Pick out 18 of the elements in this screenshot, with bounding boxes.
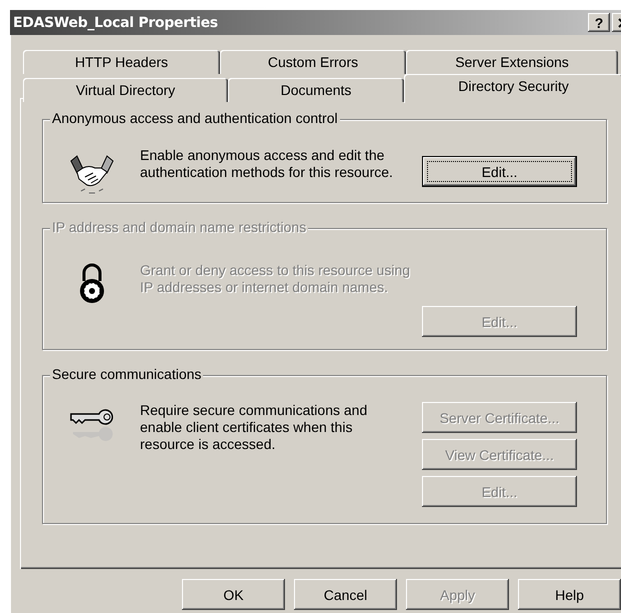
group-description: Require secure communications and enable client certificates when this resource is accessed.: [140, 402, 368, 454]
dialog-button[interactable]: Cancel: [294, 579, 397, 610]
tab[interactable]: Server Extensions: [406, 50, 618, 74]
group-description: Grant or deny access to this resource using IP addresses or internet domain names.: [140, 262, 412, 297]
group-title: Secure communications: [50, 366, 204, 382]
group-title: Anonymous access and authentication control: [50, 110, 340, 126]
dialog-button[interactable]: OK: [182, 579, 285, 610]
edit-button[interactable]: Edit...: [422, 156, 577, 187]
tab[interactable]: Custom Errors: [220, 50, 406, 74]
tab[interactable]: Virtual Directory: [23, 78, 228, 102]
group-description: Enable anonymous access and edit the authentication methods for this resource.: [140, 147, 394, 182]
tab[interactable]: Directory Security: [404, 74, 621, 103]
group-title: IP address and domain name restrictions: [50, 219, 308, 235]
tab[interactable]: Documents: [228, 78, 404, 102]
dialog-button[interactable]: Help: [518, 579, 621, 610]
window-title: EDASWeb_Local Properties: [13, 14, 219, 30]
tab[interactable]: HTTP Headers: [23, 50, 220, 74]
help-button[interactable]: ?: [588, 13, 610, 32]
